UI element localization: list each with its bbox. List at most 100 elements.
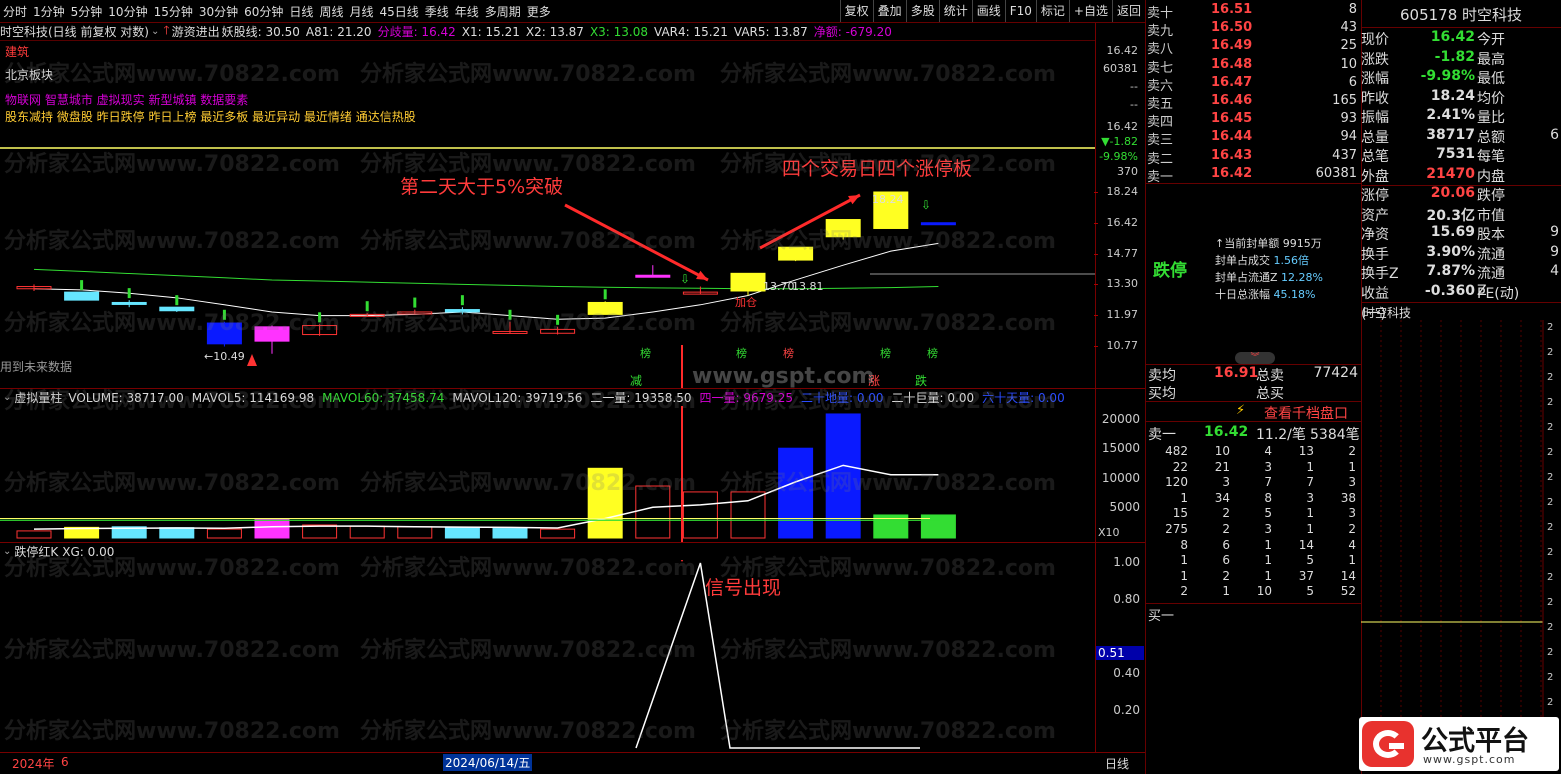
candle-body[interactable] bbox=[778, 246, 814, 261]
period-tab-14[interactable]: 更多 bbox=[524, 3, 554, 20]
volume-bar[interactable] bbox=[635, 485, 671, 539]
candle-body[interactable] bbox=[159, 306, 195, 312]
sell-row[interactable]: 卖八 16.49 25 bbox=[1147, 38, 1359, 57]
sell-level: 卖五 bbox=[1147, 97, 1174, 112]
dropdown-icon[interactable]: ⌄ bbox=[3, 392, 11, 403]
fundamental-value-2: 9 bbox=[1550, 224, 1559, 240]
price-tick-4: 11.97 bbox=[1106, 308, 1139, 322]
candle-body[interactable] bbox=[587, 301, 623, 315]
volume-bar[interactable] bbox=[730, 491, 766, 539]
signal-tick-1: 0.80 bbox=[1113, 592, 1140, 606]
tool-button-5[interactable]: F10 bbox=[1004, 0, 1036, 22]
mini-axis-tick: 2 bbox=[1547, 697, 1553, 708]
volume-chart[interactable] bbox=[0, 406, 1095, 542]
tool-button-6[interactable]: 标记 bbox=[1035, 0, 1069, 22]
volume-bar[interactable] bbox=[254, 518, 290, 539]
sell-row[interactable]: 卖二 16.43 437 bbox=[1147, 148, 1359, 167]
signal-chart[interactable] bbox=[0, 560, 1095, 752]
period-tab-7[interactable]: 日线 bbox=[286, 3, 316, 20]
candle-body[interactable] bbox=[920, 222, 956, 226]
volume-bar[interactable] bbox=[492, 528, 528, 539]
volume-bar[interactable] bbox=[349, 525, 385, 539]
volume-bar[interactable] bbox=[825, 413, 861, 539]
sell-level: 卖二 bbox=[1147, 151, 1174, 167]
fundamental-value-2 bbox=[1513, 68, 1559, 88]
sell-row[interactable]: 卖六 16.47 6 bbox=[1147, 75, 1359, 94]
sell-level: 卖四 bbox=[1147, 115, 1174, 131]
sell-row[interactable]: 卖一 16.42 60381 bbox=[1147, 166, 1359, 185]
sell-volume: 93 bbox=[1340, 111, 1357, 127]
period-tab-0[interactable]: 分时 bbox=[0, 3, 30, 20]
collapse-icon[interactable]: ︾ bbox=[1235, 352, 1275, 364]
sell-row[interactable]: 卖五 16.46 165 bbox=[1147, 93, 1359, 112]
queue-cell: 1 bbox=[1348, 553, 1356, 568]
candle-body[interactable] bbox=[206, 322, 242, 345]
volume-bar[interactable] bbox=[159, 527, 195, 539]
indicator-name[interactable]: 游资进出 bbox=[172, 23, 220, 40]
volume-tick-1: 15000 bbox=[1101, 441, 1140, 456]
annotation-breakout: 第二天大于5%突破 bbox=[400, 176, 564, 198]
fundamental-value-2 bbox=[1513, 107, 1559, 127]
candle-body[interactable] bbox=[635, 274, 671, 278]
sell-row[interactable]: 卖四 16.45 93 bbox=[1147, 111, 1359, 130]
signal-sub-1: 涨 bbox=[868, 373, 880, 388]
period-tab-4[interactable]: 15分钟 bbox=[151, 3, 196, 20]
queue-row: 8 6 1 14 4 bbox=[1146, 538, 1361, 554]
period-tab-2[interactable]: 5分钟 bbox=[68, 3, 106, 20]
volume-bar[interactable] bbox=[682, 491, 718, 539]
period-tab-5[interactable]: 30分钟 bbox=[196, 3, 241, 20]
sell-row[interactable]: 卖十 16.51 8 bbox=[1147, 2, 1359, 21]
avg-buy-label: 买均 bbox=[1148, 386, 1176, 402]
volume-bar[interactable] bbox=[778, 447, 814, 539]
period-tab-1[interactable]: 1分钟 bbox=[30, 3, 68, 20]
dropdown-icon[interactable]: ⌄ bbox=[3, 546, 11, 557]
sell-row[interactable]: 卖九 16.50 43 bbox=[1147, 20, 1359, 39]
depth-link[interactable]: 查看千档盘口 bbox=[1264, 403, 1348, 423]
period-tab-6[interactable]: 60分钟 bbox=[241, 3, 286, 20]
candle-body[interactable] bbox=[444, 309, 480, 313]
period-tab-11[interactable]: 季线 bbox=[422, 3, 452, 20]
queue-cell: 1 bbox=[1180, 568, 1188, 583]
candle-body[interactable] bbox=[111, 301, 147, 305]
mini-axis-tick: 2 bbox=[1547, 572, 1553, 583]
candle-body[interactable] bbox=[825, 219, 861, 238]
tool-button-0[interactable]: 复权 bbox=[839, 0, 873, 22]
queue-cell: 1 bbox=[1306, 459, 1314, 474]
tool-button-2[interactable]: 多股 bbox=[905, 0, 939, 22]
fundamental-row: 昨收 18.24 均价 bbox=[1361, 88, 1561, 108]
volume-bar[interactable] bbox=[397, 526, 433, 539]
volume-bar[interactable] bbox=[540, 528, 576, 539]
intraday-mini-chart[interactable]: 2 2 2 2 2 2 2 2 2 2 2 2 2 2 2 2 bbox=[1361, 320, 1561, 720]
volume-indicator-name[interactable]: 虚拟量柱 bbox=[14, 389, 62, 406]
fundamental-key: 昨收 bbox=[1361, 90, 1389, 107]
candle-body[interactable] bbox=[730, 272, 766, 292]
sell-row[interactable]: 卖三 16.44 94 bbox=[1147, 129, 1359, 148]
period-tab-13[interactable]: 多周期 bbox=[482, 3, 524, 20]
volume-bar[interactable] bbox=[587, 467, 623, 539]
period-tab-8[interactable]: 周线 bbox=[316, 3, 346, 20]
period-tab-12[interactable]: 年线 bbox=[452, 3, 482, 20]
volume-bar[interactable] bbox=[16, 530, 52, 539]
tool-button-3[interactable]: 统计 bbox=[938, 0, 972, 22]
candlestick-chart[interactable]: 18.24 ←10.49 13.7013.81 加仓榜 榜 榜 榜 榜减 涨 跌 ⇩ ⇩ bbox=[0, 40, 1095, 388]
dropdown-icon[interactable]: ⌄ bbox=[151, 26, 159, 37]
period-tab-10[interactable]: 45日线 bbox=[376, 3, 421, 20]
period-tab-9[interactable]: 月线 bbox=[346, 3, 376, 20]
period-tab-3[interactable]: 10分钟 bbox=[105, 3, 150, 20]
price-tick-mark-4 bbox=[1094, 315, 1098, 317]
queue-cell: 4 bbox=[1264, 444, 1272, 458]
queue-cell: 3 bbox=[1264, 459, 1272, 474]
queue-cell: 5 bbox=[1264, 506, 1272, 521]
sell-row[interactable]: 卖七 16.48 10 bbox=[1147, 57, 1359, 76]
sub-indicator-name[interactable]: 跌停红K bbox=[14, 543, 58, 560]
queue-cell: 2 bbox=[1222, 568, 1230, 583]
candle-body[interactable] bbox=[254, 326, 290, 342]
volume-bar[interactable] bbox=[444, 526, 480, 539]
indicator-value-7: VAR5: 13.87 bbox=[733, 25, 808, 39]
volume-title-bar: ⌄ 虚拟量柱 VOLUME: 38717.00 MAVOL5: 114169.98… bbox=[0, 389, 1095, 406]
candle-body[interactable] bbox=[64, 291, 100, 301]
period-label[interactable]: 日线 bbox=[1105, 755, 1129, 772]
volume-bar[interactable] bbox=[206, 528, 242, 539]
tool-button-4[interactable]: 画线 bbox=[971, 0, 1005, 22]
tool-button-1[interactable]: 叠加 bbox=[872, 0, 906, 22]
